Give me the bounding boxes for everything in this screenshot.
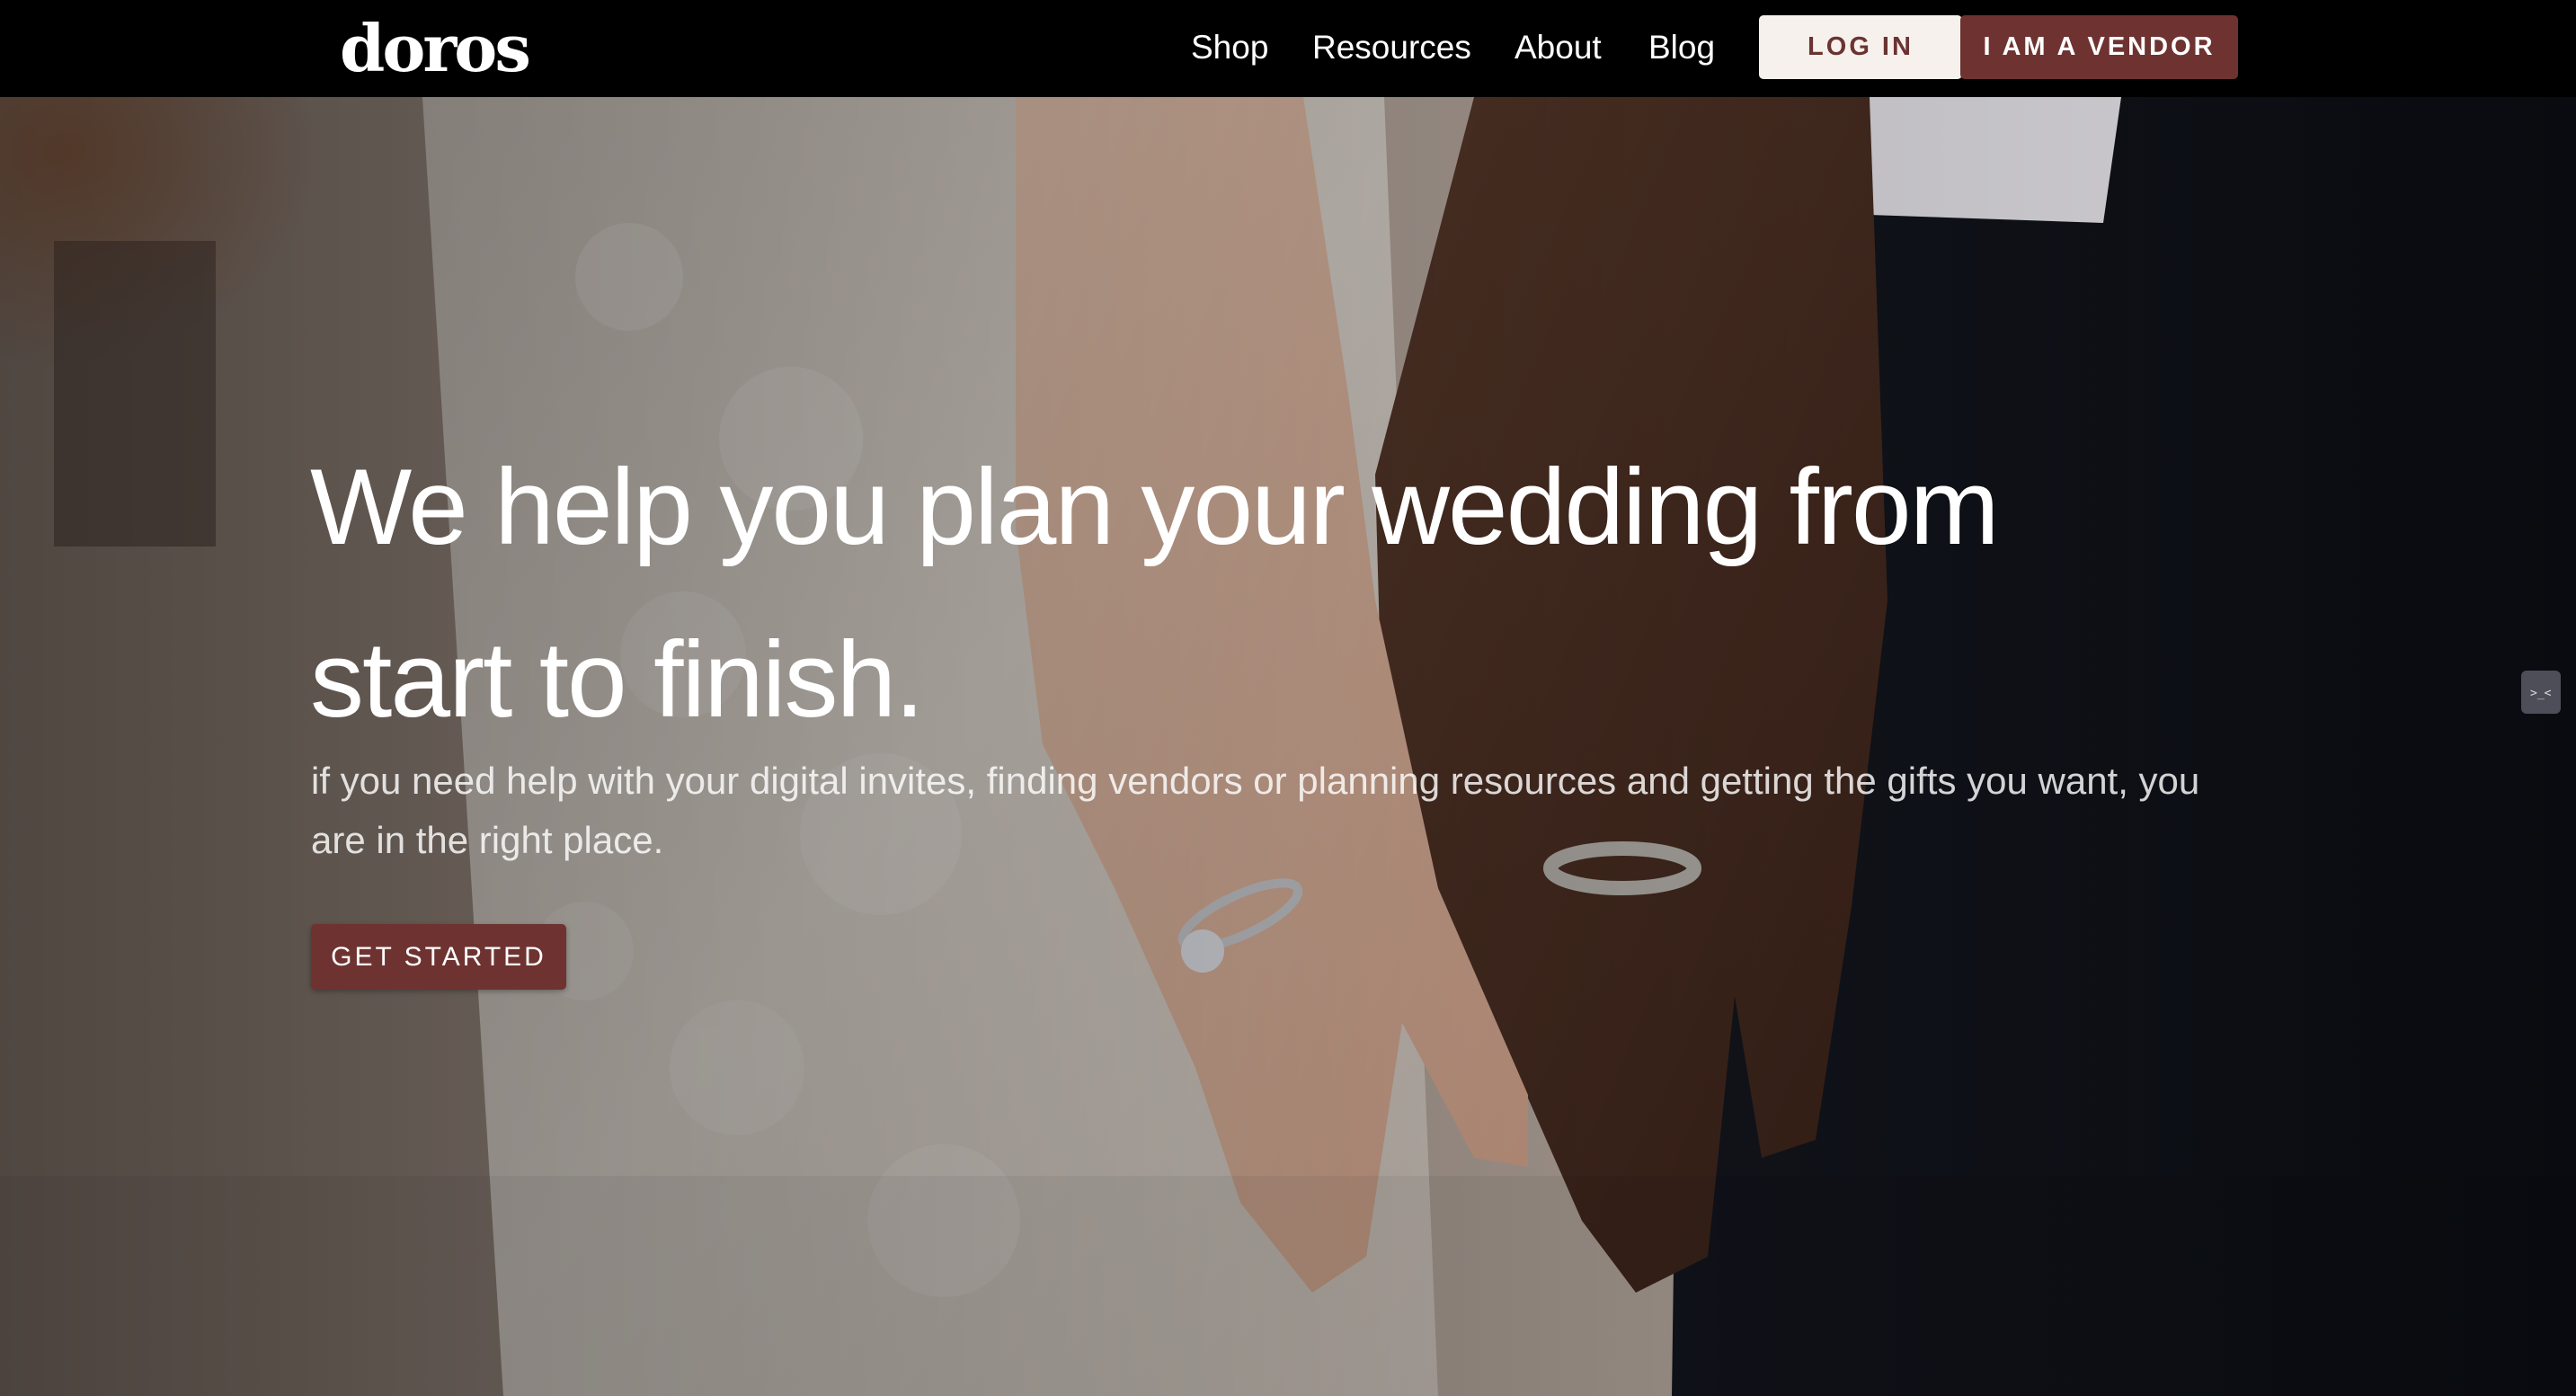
chat-bubble-icon: >_< xyxy=(2530,687,2552,700)
nav-link-resources[interactable]: Resources xyxy=(1312,23,1471,72)
login-button[interactable]: LOG IN xyxy=(1759,15,1962,79)
hero-subtitle: if you need help with your digital invit… xyxy=(311,760,2200,861)
nav-link-shop[interactable]: Shop xyxy=(1191,23,1268,72)
hero-section: We help you plan your wedding from start… xyxy=(0,97,2576,1396)
vendor-button[interactable]: I AM A VENDOR xyxy=(1960,15,2238,79)
svg-text:>_<: >_< xyxy=(2530,687,2552,700)
hero-title: We help you plan your wedding from start… xyxy=(310,447,2000,740)
nav-link-about[interactable]: About xyxy=(1515,23,1602,72)
chat-widget-button[interactable]: >_< xyxy=(2521,671,2561,714)
doros-logo[interactable]: doros xyxy=(340,5,531,92)
get-started-button[interactable]: GET STARTED xyxy=(311,924,566,990)
page: doros Shop Resources About Blog LOG IN I… xyxy=(0,0,2576,1396)
nav-link-blog[interactable]: Blog xyxy=(1648,23,1715,72)
top-navbar: doros Shop Resources About Blog LOG IN I… xyxy=(0,0,2576,97)
